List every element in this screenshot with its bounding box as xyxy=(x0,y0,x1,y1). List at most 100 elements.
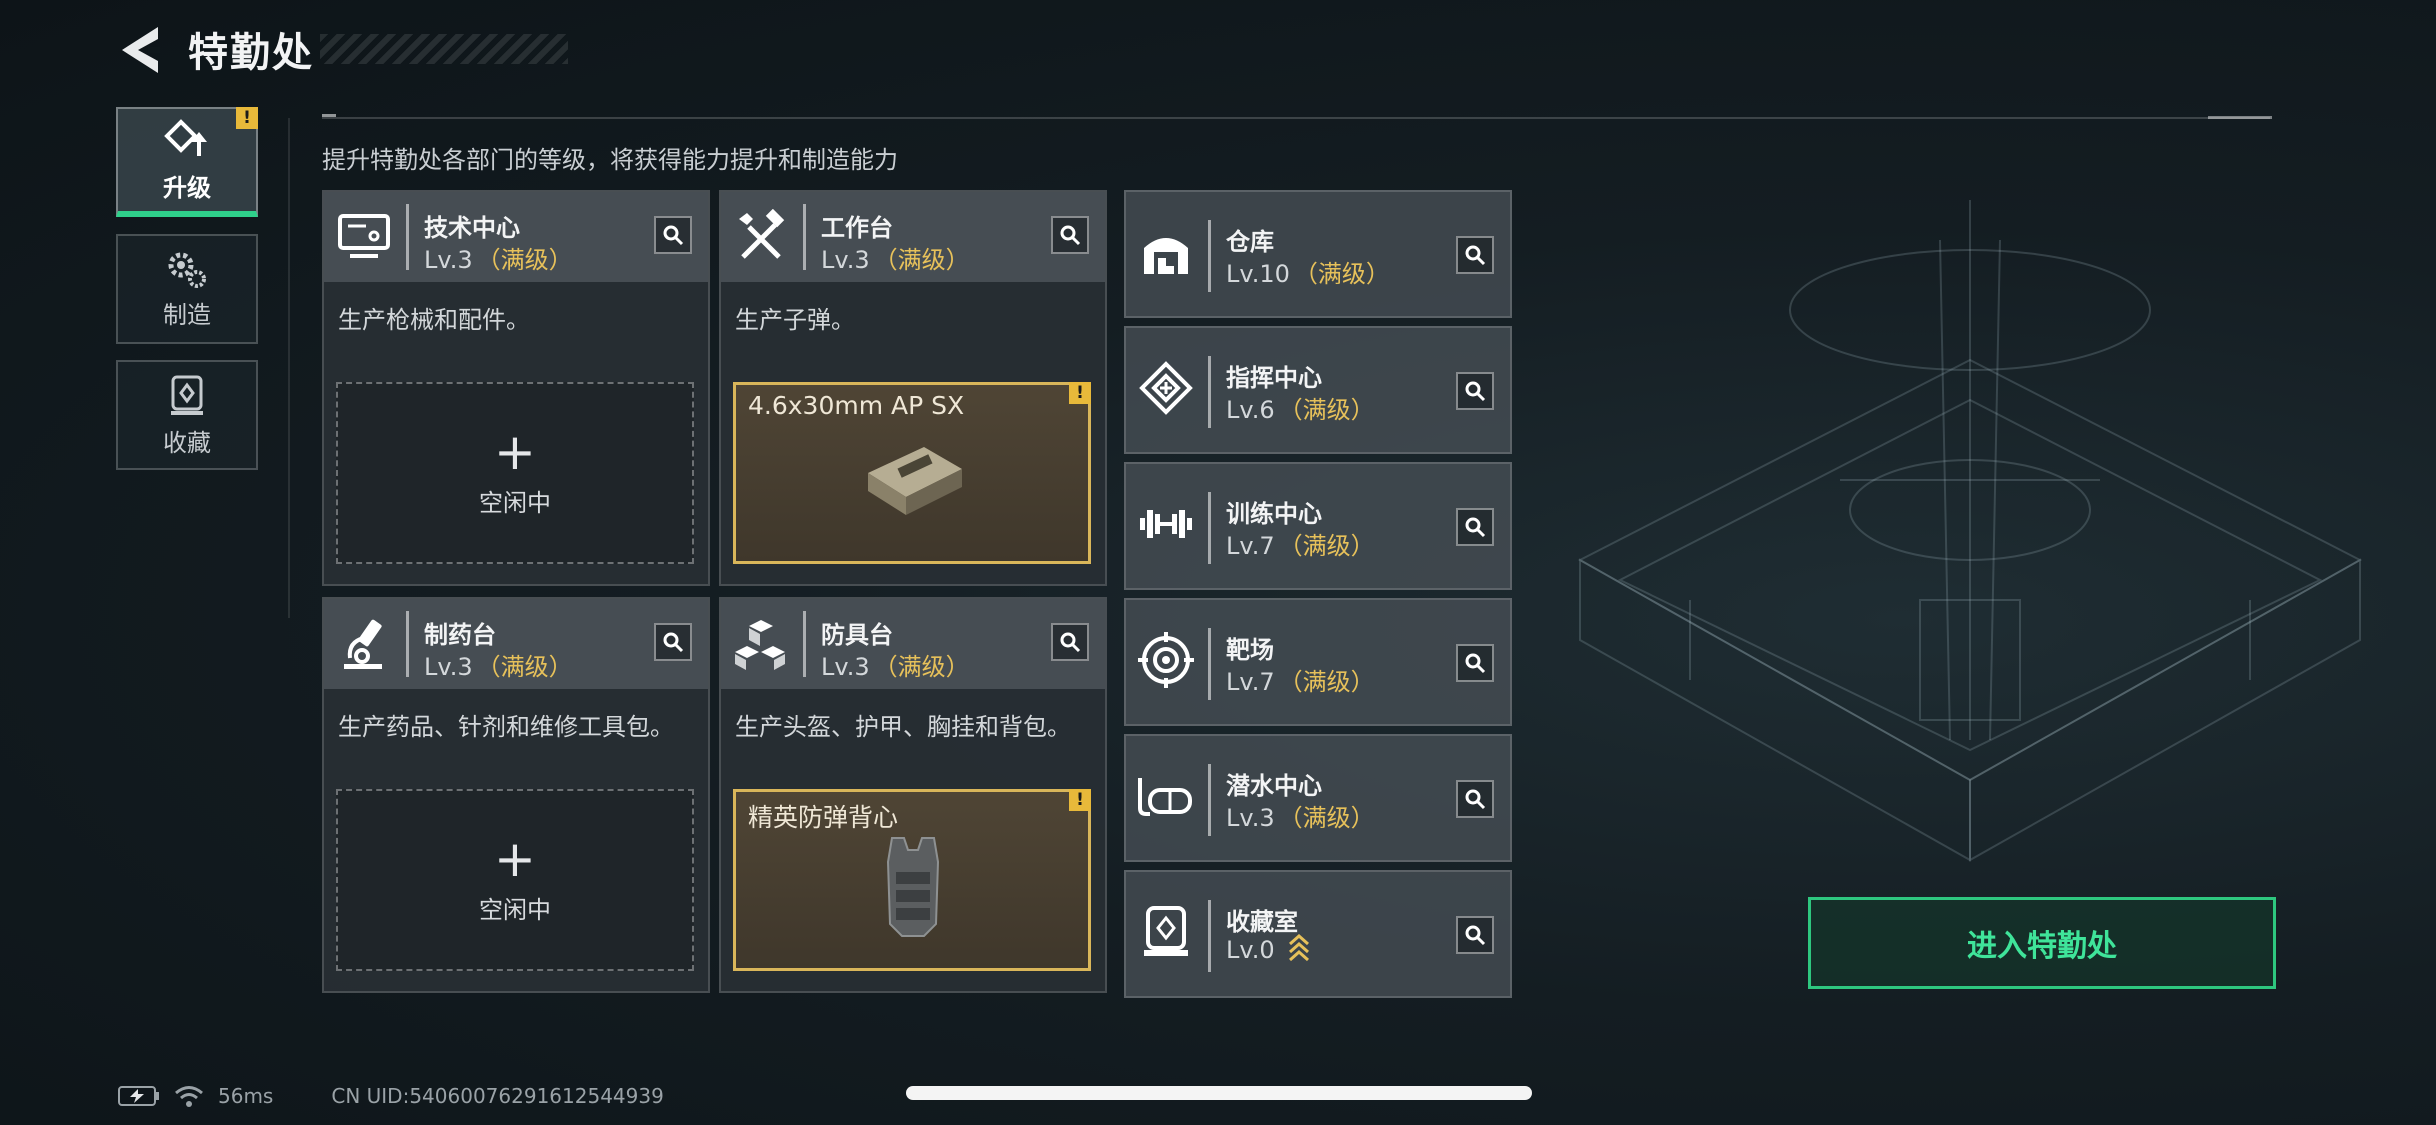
status-bar: 56ms CN UID:54060076291612544939 xyxy=(118,1084,664,1108)
nav-upgrade-tab[interactable]: 升级 ! xyxy=(116,107,258,217)
diving-mask-icon xyxy=(1136,766,1196,826)
enter-facility-button[interactable]: 进入特勤处 xyxy=(1808,897,2276,989)
ammo-box-icon xyxy=(868,447,962,515)
base-wireframe-illustration xyxy=(1577,200,2363,862)
facility-training-center: 训练中心 Lv.7 （满级） xyxy=(1124,462,1512,590)
card-divider xyxy=(1208,220,1211,292)
card-divider xyxy=(1208,900,1211,972)
wifi-icon xyxy=(175,1086,203,1107)
production-slot-empty[interactable]: + 空闲中 xyxy=(336,382,694,564)
search-icon xyxy=(1465,517,1486,538)
ping-value: 56ms xyxy=(218,1084,274,1108)
inspect-button[interactable] xyxy=(1456,644,1494,682)
facility-name: 收藏室 xyxy=(1226,908,1298,936)
card-header: 制药台 Lv.3 （满级） xyxy=(324,599,708,689)
inspect-button[interactable] xyxy=(1456,372,1494,410)
facility-level: Lv.0 xyxy=(1226,933,1310,964)
slot-alert-badge: ! xyxy=(1069,789,1091,811)
inspect-button[interactable] xyxy=(1051,623,1089,661)
card-divider xyxy=(1208,492,1211,564)
production-slot-empty[interactable]: + 空闲中 xyxy=(336,789,694,971)
page-subtitle: 提升特勤处各部门的等级，将获得能力提升和制造能力 xyxy=(322,146,898,174)
microscope-icon xyxy=(334,614,394,674)
gears-icon xyxy=(168,252,206,288)
card-divider xyxy=(1208,628,1211,700)
inspect-button[interactable] xyxy=(1456,508,1494,546)
facility-name: 指挥中心 xyxy=(1226,364,1322,392)
department-name: 防具台 xyxy=(821,621,893,649)
department-level: Lv.3 （满级） xyxy=(424,246,573,274)
nav-craft-tab[interactable]: 制造 xyxy=(116,234,258,344)
tools-icon xyxy=(731,207,791,267)
department-card-pharmacy: 制药台 Lv.3 （满级） 生产药品、针剂和维修工具包。 + 空闲中 xyxy=(322,597,710,993)
department-description: 生产子弹。 xyxy=(735,306,855,334)
department-description: 生产枪械和配件。 xyxy=(338,306,530,334)
user-uid: CN UID:54060076291612544939 xyxy=(331,1084,664,1108)
battery-charging-icon xyxy=(118,1086,159,1106)
back-button[interactable] xyxy=(112,22,168,78)
card-divider xyxy=(406,611,409,677)
search-icon xyxy=(663,225,684,246)
nav-upgrade-label: 升级 xyxy=(163,173,211,202)
card-header: 防具台 Lv.3 （满级） xyxy=(721,599,1105,689)
chip-icon xyxy=(1136,358,1196,418)
department-name: 工作台 xyxy=(821,214,893,242)
inspect-button[interactable] xyxy=(1051,216,1089,254)
card-divider xyxy=(406,204,409,270)
inspect-button[interactable] xyxy=(1456,236,1494,274)
cubes-icon xyxy=(731,614,791,674)
upgrade-chevrons-icon xyxy=(1289,933,1310,962)
divider-accent-right xyxy=(2208,116,2272,119)
card-divider xyxy=(803,204,806,270)
department-name: 技术中心 xyxy=(424,214,520,242)
department-level: Lv.3 （满级） xyxy=(821,246,970,274)
department-card-workbench: 工作台 Lv.3 （满级） 生产子弹。 4.6x30mm AP SX ! xyxy=(719,190,1107,586)
search-icon xyxy=(1465,245,1486,266)
search-icon xyxy=(1465,653,1486,674)
facility-name: 仓库 xyxy=(1226,228,1274,256)
facility-collection-room: 收藏室 Lv.0 xyxy=(1124,870,1512,998)
facility-warehouse: 仓库 Lv.10 （满级） xyxy=(1124,190,1512,318)
title-decoration xyxy=(320,34,568,64)
department-description: 生产药品、针剂和维修工具包。 xyxy=(338,713,674,741)
home-indicator[interactable] xyxy=(906,1086,1532,1100)
search-icon xyxy=(1465,925,1486,946)
facility-diving-center: 潜水中心 Lv.3 （满级） xyxy=(1124,734,1512,862)
slot-status: 空闲中 xyxy=(479,488,551,517)
production-slot-item[interactable]: 4.6x30mm AP SX ! xyxy=(733,382,1091,564)
department-card-tech-center: 技术中心 Lv.3 （满级） 生产枪械和配件。 + 空闲中 xyxy=(322,190,710,586)
header-divider xyxy=(322,117,2270,119)
facility-level: Lv.7 （满级） xyxy=(1226,532,1375,560)
facility-level: Lv.7 （满级） xyxy=(1226,668,1375,696)
plus-icon: + xyxy=(494,422,536,481)
inspect-button[interactable] xyxy=(1456,780,1494,818)
facility-command-center: 指挥中心 Lv.6 （满级） xyxy=(1124,326,1512,454)
display-case-icon xyxy=(1136,902,1196,962)
facility-level: Lv.3 （满级） xyxy=(1226,804,1375,832)
card-header: 技术中心 Lv.3 （满级） xyxy=(324,192,708,282)
card-divider xyxy=(1208,764,1211,836)
target-icon xyxy=(1136,630,1196,690)
inspect-button[interactable] xyxy=(654,216,692,254)
slot-status: 空闲中 xyxy=(479,895,551,924)
inspect-button[interactable] xyxy=(1456,916,1494,954)
nav-collection-label: 收藏 xyxy=(163,428,211,457)
page-title: 特勤处 xyxy=(188,30,314,76)
divider-accent xyxy=(322,114,336,117)
department-level: Lv.3 （满级） xyxy=(424,653,573,681)
department-description: 生产头盔、护甲、胸挂和背包。 xyxy=(735,713,1071,741)
search-icon xyxy=(663,632,684,653)
search-icon xyxy=(1465,381,1486,402)
card-header: 工作台 Lv.3 （满级） xyxy=(721,192,1105,282)
nav-collection-tab[interactable]: 收藏 xyxy=(116,360,258,470)
production-slot-item[interactable]: 精英防弹背心 ! xyxy=(733,789,1091,971)
department-name: 制药台 xyxy=(424,621,496,649)
inspect-button[interactable] xyxy=(654,623,692,661)
card-divider xyxy=(1208,356,1211,428)
card-divider xyxy=(803,611,806,677)
department-level: Lv.3 （满级） xyxy=(821,653,970,681)
armor-vest-icon xyxy=(886,837,940,937)
item-name: 精英防弹背心 xyxy=(748,803,899,832)
monitor-icon xyxy=(334,207,394,267)
nav-craft-label: 制造 xyxy=(163,300,211,329)
